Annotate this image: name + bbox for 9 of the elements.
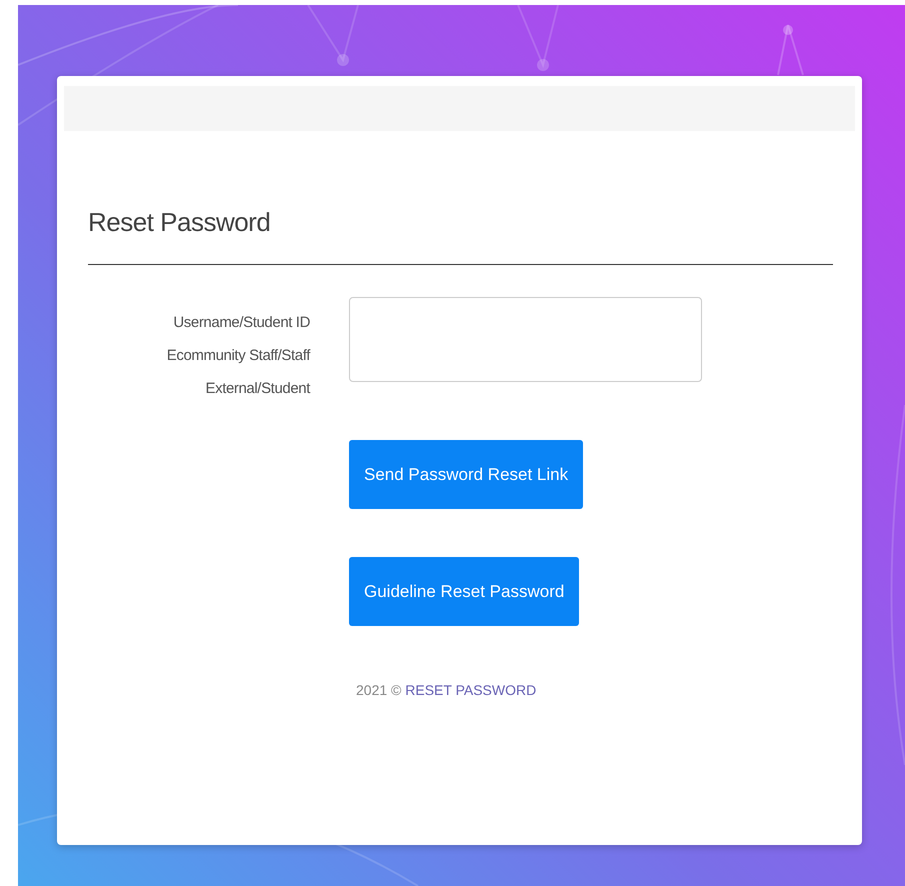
- action-button[interactable]: Guideline Reset Password: [349, 557, 580, 626]
- copyright-text: 2021 ©: [356, 682, 402, 698]
- field-label: Username/Student ID: [172, 313, 310, 333]
- username-field[interactable]: [349, 297, 702, 382]
- page-title: Reset Password: [88, 206, 272, 239]
- field-label: External/Student: [204, 379, 310, 399]
- footer-link[interactable]: RESET PASSWORD: [405, 682, 536, 698]
- field-label: Ecommunity Staff/Staff: [166, 346, 310, 366]
- action-button[interactable]: Send Password Reset Link: [349, 440, 584, 509]
